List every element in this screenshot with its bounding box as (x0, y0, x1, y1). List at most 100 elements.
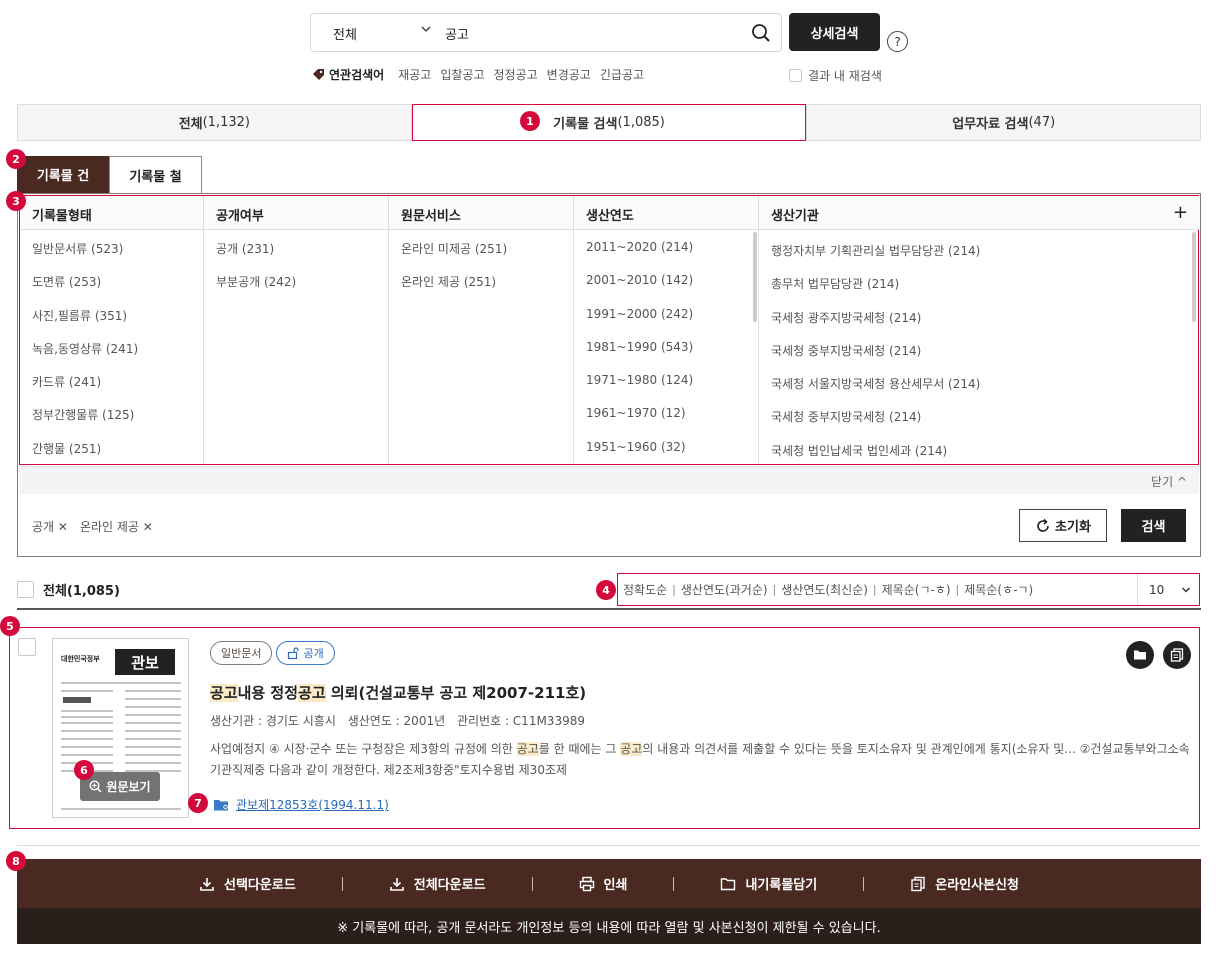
copy-icon (911, 876, 925, 891)
filter-option[interactable]: 공개 (231) (204, 230, 388, 263)
related-keyword[interactable]: 변경공고 (547, 66, 591, 83)
document-thumbnail[interactable]: 대한민국정부 관보 원문보기 (52, 638, 189, 818)
related-keyword[interactable]: 재공고 (398, 66, 431, 83)
filter-option[interactable]: 국세청 중부지방국세청 (214) (759, 398, 1200, 431)
filter-option[interactable]: 1951~1960 (32) (574, 430, 758, 463)
desc-text: 사업예정지 ④ 시장·군수 또는 구청장은 제3항의 규정에 의한 (210, 742, 517, 756)
filter-option[interactable]: 국세청 법인납세국 법인세과 (214) (759, 432, 1200, 464)
tab-label: 기록물 검색 (553, 117, 618, 132)
search-within-checkbox[interactable] (789, 69, 802, 82)
tab-count: (47) (1028, 115, 1056, 130)
download-selected-button[interactable]: 선택다운로드 (153, 874, 342, 893)
save-folder-button[interactable] (1126, 641, 1154, 669)
result-title[interactable]: 공고내용 정정공고 의뢰(건설교통부 공고 제2007-211호) (210, 682, 586, 703)
sort-option[interactable]: 제목순(ㄱ-ㅎ) (877, 581, 956, 598)
search-input[interactable]: 공고 (445, 24, 469, 43)
filter-option[interactable]: 행정자치부 기획관리실 법무담당관 (214) (759, 232, 1200, 265)
online-copy-request-button[interactable]: 온라인사본신청 (864, 874, 1065, 893)
selected-filters: 공개 ✕ 온라인 제공 ✕ (32, 518, 165, 535)
filter-option[interactable]: 정부간행물류 (125) (20, 396, 203, 429)
filter-option[interactable]: 1981~1990 (543) (574, 330, 758, 363)
sort-option[interactable]: 생산연도(최신순) (776, 581, 873, 598)
filter-option[interactable]: 2011~2020 (214) (574, 230, 758, 263)
open-badge-label: 공개 (303, 647, 324, 660)
title-text: 의뢰(건설교통부 공고 제2007-211호) (325, 684, 587, 702)
filter-option[interactable]: 간행물 (251) (20, 430, 203, 463)
subtab-record-item[interactable]: 기록물 건 (17, 156, 109, 193)
select-all[interactable]: 전체(1,085) (17, 580, 120, 599)
action-label: 인쇄 (603, 878, 628, 893)
tab-label: 전체 (178, 117, 203, 132)
filter-option[interactable]: 국세청 서울지방국세청 용산세무서 (214) (759, 365, 1200, 398)
search-icon[interactable] (751, 23, 771, 43)
sort-option[interactable]: 생산연도(과거순) (676, 581, 773, 598)
filter-chip[interactable]: 온라인 제공 ✕ (80, 518, 153, 535)
filter-option[interactable]: 2001~2010 (142) (574, 263, 758, 296)
print-button[interactable]: 인쇄 (533, 874, 674, 893)
filter-option[interactable]: 1991~2000 (242) (574, 297, 758, 330)
related-keyword[interactable]: 정정공고 (494, 66, 538, 83)
filter-column-agency: 행정자치부 기획관리실 법무담당관 (214) 총무처 법무담당관 (214) … (759, 230, 1200, 464)
subtab-record-file[interactable]: 기록물 철 (109, 156, 202, 193)
download-all-button[interactable]: 전체다운로드 (343, 874, 532, 893)
filter-close-button[interactable]: 닫기 ^ (1151, 473, 1187, 490)
download-icon (200, 877, 214, 891)
tab-all[interactable]: 전체 (1,132) (17, 104, 412, 141)
open-badge: 공개 (276, 641, 335, 665)
filter-option[interactable]: 부분공개 (242) (204, 263, 388, 296)
select-all-checkbox[interactable] (17, 581, 34, 598)
view-original-button[interactable]: 원문보기 (80, 772, 160, 801)
action-label: 선택다운로드 (224, 878, 296, 893)
related-keyword[interactable]: 입찰공고 (440, 66, 484, 83)
scrollbar[interactable] (753, 232, 757, 322)
reset-button[interactable]: 초기화 (1019, 509, 1107, 542)
result-checkbox[interactable] (18, 638, 36, 656)
filter-option[interactable]: 총무처 법무담당관 (214) (759, 265, 1200, 298)
related-label: 연관검색어 (329, 68, 385, 82)
page-size-select[interactable]: 10 (1137, 574, 1199, 605)
filter-header-type: 기록물형태 (20, 196, 204, 230)
filter-option[interactable]: 사진,필름류 (351) (20, 297, 203, 330)
filter-option[interactable]: 1961~1970 (12) (574, 396, 758, 429)
filter-option[interactable]: 온라인 제공 (251) (389, 263, 573, 296)
filter-option[interactable]: 카드류 (241) (20, 363, 203, 396)
scrollbar[interactable] (1192, 232, 1196, 322)
filter-option[interactable]: 국세청 중부지방국세청 (214) (759, 332, 1200, 365)
filter-column-open: 공개 (231) 부분공개 (242) (204, 230, 389, 464)
search-box[interactable]: 전체 공고 (310, 13, 782, 52)
filter-option[interactable]: 도면류 (253) (20, 263, 203, 296)
plus-icon[interactable]: + (1173, 202, 1188, 223)
filter-close-row: 닫기 ^ (19, 466, 1199, 494)
search-within-label: 결과 내 재검색 (808, 69, 882, 83)
tab-records[interactable]: 기록물 검색 (1,085) (411, 104, 807, 141)
sort-option[interactable]: 정확도순 (618, 581, 672, 598)
annotation-marker: 8 (6, 851, 26, 871)
copy-request-button[interactable] (1163, 641, 1191, 669)
filter-search-button[interactable]: 검색 (1121, 509, 1186, 542)
filter-option[interactable]: 녹음,동영상류 (241) (20, 330, 203, 363)
sort-option[interactable]: 제목순(ㅎ-ㄱ) (959, 581, 1038, 598)
meta-year: 생산연도 : 2001년 (347, 714, 446, 728)
tab-work-materials[interactable]: 업무자료 검색 (47) (806, 104, 1202, 141)
zoom-in-icon (89, 780, 102, 793)
search-scope-select[interactable]: 전체 (333, 24, 357, 43)
filter-header-label: 생산기관 (771, 209, 819, 224)
sort-bar: 정확도순 | 생산연도(과거순) | 생산연도(최신순) | 제목순(ㄱ-ㅎ) … (617, 573, 1200, 606)
related-keywords: 연관검색어 재공고 입찰공고 정정공고 변경공고 긴급공고 (312, 66, 653, 83)
filter-column-service: 온라인 미제공 (251) 온라인 제공 (251) (389, 230, 574, 464)
filter-option[interactable]: 국세청 광주지방국세청 (214) (759, 299, 1200, 332)
help-icon[interactable]: ? (887, 31, 908, 52)
filter-chip[interactable]: 공개 ✕ (32, 518, 68, 535)
filter-option[interactable]: 온라인 미제공 (251) (389, 230, 573, 263)
search-within-results[interactable]: 결과 내 재검색 (789, 67, 882, 84)
action-label: 내기록물담기 (745, 878, 818, 893)
related-keyword[interactable]: 긴급공고 (600, 66, 644, 83)
filter-option[interactable]: 일반문서류 (523) (20, 230, 203, 263)
save-to-my-records-button[interactable]: 내기록물담기 (674, 874, 863, 893)
result-badges: 일반문서 공개 (210, 641, 339, 665)
reset-label: 초기화 (1055, 520, 1091, 535)
meta-agency: 생산기관 : 경기도 시흥시 (210, 714, 336, 728)
advanced-search-button[interactable]: 상세검색 (789, 13, 880, 51)
gazette-link[interactable]: 관보제12853호(1994.11.1) (236, 796, 389, 813)
filter-option[interactable]: 1971~1980 (124) (574, 363, 758, 396)
